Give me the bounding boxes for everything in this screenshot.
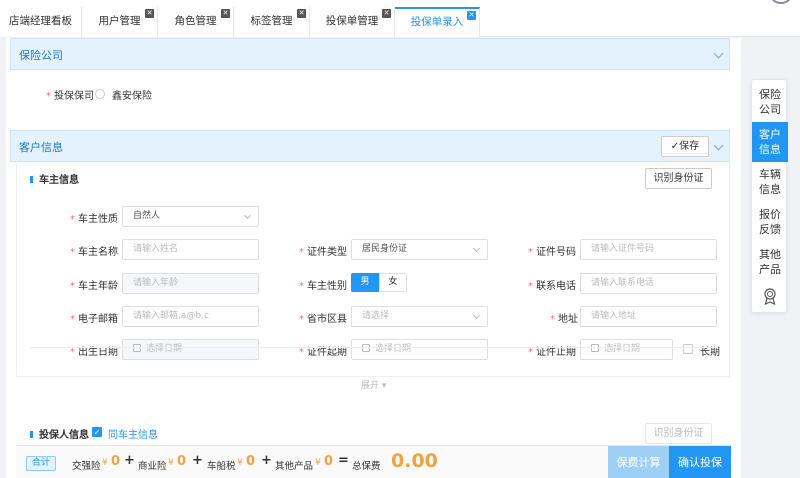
owner-gender-label: * 车主性别 bbox=[299, 281, 347, 292]
id-start-label: * 证件起期 bbox=[299, 347, 347, 358]
divider bbox=[30, 347, 718, 348]
vessel-tax-value: 0 bbox=[246, 454, 256, 469]
equals-sign: = bbox=[338, 453, 349, 468]
applicant-subtitle: 投保人信息 bbox=[30, 426, 89, 441]
anchor-insurer[interactable]: 保险公司 bbox=[752, 82, 788, 122]
longterm-checkbox[interactable] bbox=[683, 344, 693, 354]
chevron-down-icon bbox=[243, 211, 252, 220]
tab-bar: 店端经理看板 用户管理 ✕ 角色管理 ✕ 标签管理 ✕ 投保单管理 ✕ 投保单录… bbox=[0, 0, 800, 37]
same-as-owner-checkbox[interactable]: ✓ bbox=[92, 427, 102, 437]
calendar-icon bbox=[362, 344, 370, 352]
email-label: * 电子邮箱 bbox=[70, 314, 118, 325]
commercial-label: 商业险 bbox=[138, 461, 167, 472]
tab-label: 投保单管理 bbox=[325, 15, 379, 27]
total-premium-label: 总保费 bbox=[352, 461, 381, 472]
tab-label: 投保单录入 bbox=[410, 16, 464, 28]
insurer-radio[interactable] bbox=[95, 89, 105, 99]
calendar-icon bbox=[591, 344, 599, 352]
chevron-down-icon bbox=[472, 244, 481, 253]
tab-label: 店端经理看板 bbox=[9, 15, 72, 27]
tab-label: 用户管理 bbox=[98, 15, 141, 27]
total-premium-value: 0.00 bbox=[391, 450, 438, 472]
email-input[interactable]: 请输入邮箱,a@b.c bbox=[122, 306, 259, 327]
owner-nature-select[interactable]: 自然人 bbox=[122, 206, 259, 227]
currency-symbol: ¥ bbox=[237, 458, 243, 468]
award-icon[interactable] bbox=[752, 285, 788, 307]
same-as-owner-label: 同车主信息 bbox=[108, 430, 158, 441]
expand-toggle[interactable]: 展开 ▾ bbox=[355, 378, 393, 391]
premium-bar: 合计 交强险 ¥ 0 + 商业险 ¥ 0 + 车船税 ¥ 0 + 其他产品 ¥ … bbox=[16, 445, 731, 478]
tab-manager-dashboard[interactable]: 店端经理看板 bbox=[0, 7, 82, 37]
phone-label: * 联系电话 bbox=[528, 281, 576, 292]
id-end-label: * 证件止期 bbox=[528, 347, 576, 358]
anchor-other-products[interactable]: 其他产品 bbox=[752, 242, 788, 282]
calculate-premium-button[interactable]: 保费计算 bbox=[608, 446, 669, 478]
owner-age-input: 请输入年龄 bbox=[122, 273, 259, 294]
longterm-label: 长期 bbox=[700, 347, 720, 358]
plus-sign: + bbox=[192, 453, 203, 468]
idtype-label: * 证件类型 bbox=[299, 247, 347, 258]
anchor-vehicle[interactable]: 车辆信息 bbox=[752, 162, 788, 202]
birth-date-picker: 选择日期 bbox=[122, 339, 259, 360]
applicant-id-recognize-button[interactable]: 识别身份证 bbox=[645, 423, 712, 444]
tab-policy-entry[interactable]: 投保单录入 ✕ bbox=[395, 7, 480, 37]
region-select[interactable]: 请选择 bbox=[351, 306, 488, 327]
phone-input[interactable]: 请输入联系电话 bbox=[580, 273, 717, 294]
owner-name-input[interactable]: 请输入姓名 bbox=[122, 239, 259, 260]
tab-user-management[interactable]: 用户管理 ✕ bbox=[82, 7, 158, 37]
chevron-down-icon[interactable] bbox=[713, 140, 724, 151]
insurer-field-label: * 投保保司 bbox=[46, 91, 94, 102]
other-products-value: 0 bbox=[324, 454, 334, 469]
owner-age-label: * 车主年龄 bbox=[70, 281, 118, 292]
other-products-label: 其他产品 bbox=[275, 461, 314, 472]
idno-input[interactable]: 请输入证件号码 bbox=[580, 239, 717, 260]
confirm-insure-button[interactable]: 确认投保 bbox=[669, 446, 731, 478]
address-label: * 地址 bbox=[550, 314, 578, 325]
compulsory-value: 0 bbox=[111, 454, 121, 469]
chevron-down-icon bbox=[472, 311, 481, 320]
total-tag: 合计 bbox=[26, 456, 57, 471]
insurer-option-label: 鑫安保险 bbox=[112, 91, 152, 102]
close-icon[interactable]: ✕ bbox=[145, 9, 154, 18]
compulsory-label: 交强险 bbox=[72, 461, 101, 472]
idno-label: * 证件号码 bbox=[528, 247, 576, 258]
tab-role-management[interactable]: 角色管理 ✕ bbox=[158, 7, 234, 37]
chevron-down-icon[interactable] bbox=[713, 48, 724, 59]
close-icon[interactable]: ✕ bbox=[297, 9, 306, 18]
plus-sign: + bbox=[124, 453, 135, 468]
calendar-icon bbox=[133, 344, 141, 352]
region-label: * 省市区县 bbox=[299, 314, 347, 325]
close-icon[interactable]: ✕ bbox=[221, 9, 230, 18]
anchor-nav: 保险公司 客户信息 车辆信息 报价反馈 其他产品 bbox=[751, 79, 788, 313]
currency-symbol: ¥ bbox=[102, 458, 108, 468]
anchor-quote[interactable]: 报价反馈 bbox=[752, 202, 788, 242]
commercial-value: 0 bbox=[177, 454, 187, 469]
id-start-date-picker[interactable]: 选择日期 bbox=[351, 339, 488, 360]
tab-tag-management[interactable]: 标签管理 ✕ bbox=[234, 7, 310, 37]
avatar[interactable] bbox=[770, 0, 792, 4]
tab-policy-management[interactable]: 投保单管理 ✕ bbox=[310, 7, 395, 37]
close-icon[interactable]: ✕ bbox=[382, 9, 391, 18]
vessel-tax-label: 车船税 bbox=[207, 461, 236, 472]
currency-symbol: ¥ bbox=[315, 458, 321, 468]
tab-label: 标签管理 bbox=[250, 15, 293, 27]
gender-female-toggle[interactable]: 女 bbox=[379, 273, 407, 292]
idtype-select[interactable]: 居民身份证 bbox=[351, 239, 488, 260]
tab-label: 角色管理 bbox=[174, 15, 217, 27]
address-input[interactable]: 请输入地址 bbox=[580, 306, 717, 327]
gender-male-toggle[interactable]: 男 bbox=[351, 273, 379, 292]
owner-nature-label: * 车主性质 bbox=[70, 214, 118, 225]
birth-label: * 出生日期 bbox=[70, 347, 118, 358]
id-end-date-picker[interactable]: 选择日期 bbox=[580, 339, 673, 360]
section-title: 保险公司 bbox=[19, 49, 63, 62]
plus-sign: + bbox=[261, 453, 272, 468]
anchor-customer[interactable]: 客户信息 bbox=[752, 122, 788, 162]
currency-symbol: ¥ bbox=[168, 458, 174, 468]
insurer-section-header[interactable]: 保险公司 bbox=[10, 38, 730, 70]
owner-name-label: * 车主名称 bbox=[70, 247, 118, 258]
close-icon[interactable]: ✕ bbox=[467, 11, 476, 20]
